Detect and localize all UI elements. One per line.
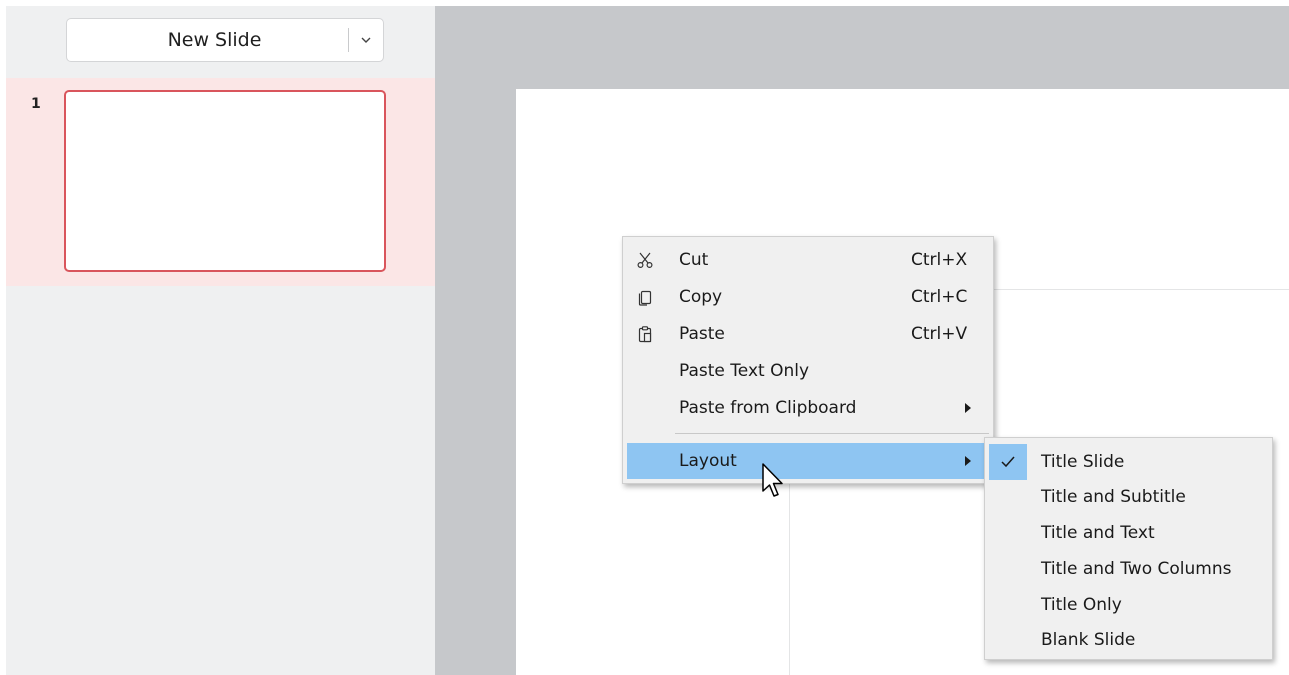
slide-panel: New Slide 1 [6,6,435,675]
layout-item-label: Title Slide [1041,452,1125,472]
menu-item-label: Paste from Clipboard [679,398,857,418]
scissors-icon [635,250,655,270]
check-icon [989,444,1027,480]
layout-item-label: Title and Subtitle [1041,487,1186,507]
layout-item-title-and-two-columns[interactable]: Title and Two Columns [989,551,1268,587]
menu-item-label: Cut [679,250,709,270]
menu-item-paste[interactable]: Paste Ctrl+V [627,316,989,352]
menu-item-label: Layout [679,451,737,471]
layout-item-title-and-text[interactable]: Title and Text [989,515,1268,551]
layout-item-label: Blank Slide [1041,630,1136,650]
menu-item-shortcut: Ctrl+C [911,287,968,307]
layout-submenu: Title Slide Title and Subtitle Title and… [984,437,1273,660]
menu-item-cut[interactable]: Cut Ctrl+X [627,242,989,278]
slide-number: 1 [31,96,41,112]
menu-item-paste-text-only[interactable]: Paste Text Only [627,353,989,389]
mouse-cursor-icon [762,463,783,497]
menu-item-shortcut: Ctrl+V [911,324,968,344]
new-slide-button[interactable]: New Slide [67,29,348,51]
slide-thumbnail[interactable] [64,90,386,272]
layout-item-title-only[interactable]: Title Only [989,587,1268,623]
menu-item-paste-from-clipboard[interactable]: Paste from Clipboard [627,390,989,426]
menu-item-copy[interactable]: Copy Ctrl+C [627,279,989,315]
layout-item-title-and-subtitle[interactable]: Title and Subtitle [989,479,1268,515]
layout-item-label: Title and Text [1041,523,1155,543]
paste-icon [635,324,655,344]
layout-item-blank-slide[interactable]: Blank Slide [989,622,1268,658]
menu-item-label: Paste Text Only [679,361,810,381]
menu-item-layout[interactable]: Layout [627,443,989,479]
layout-item-label: Title and Two Columns [1041,559,1232,579]
new-slide-split-button: New Slide [66,18,384,62]
new-slide-dropdown-button[interactable] [349,19,383,61]
layout-item-title-slide[interactable]: Title Slide [989,444,1268,480]
menu-item-label: Copy [679,287,723,307]
menu-item-shortcut: Ctrl+X [911,250,968,270]
app-window: New Slide 1 Cut Ctrl+X Copy Ctrl+C Paste… [0,0,1289,675]
chevron-down-icon [361,37,371,43]
copy-icon [635,287,655,307]
slide-thumbnail-row[interactable]: 1 [6,78,435,286]
menu-separator [675,433,989,434]
layout-item-label: Title Only [1041,595,1122,615]
context-menu: Cut Ctrl+X Copy Ctrl+C Paste Ctrl+V Past… [622,236,994,484]
submenu-arrow-icon [965,456,971,466]
submenu-arrow-icon [965,403,971,413]
menu-item-label: Paste [679,324,725,344]
